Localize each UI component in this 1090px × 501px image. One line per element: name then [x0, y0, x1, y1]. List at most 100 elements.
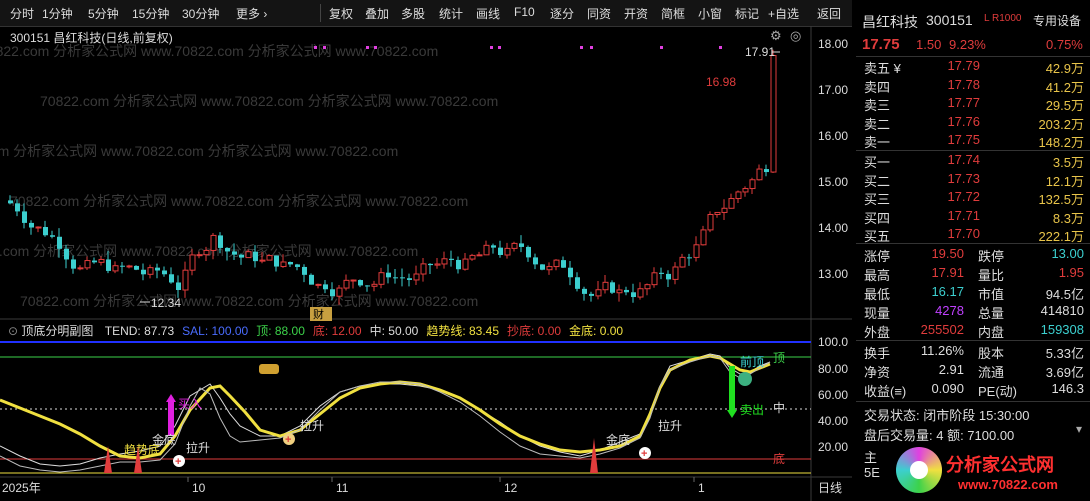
candle-body [644, 284, 651, 290]
plus-glyph: + [175, 456, 181, 468]
candle-body [365, 285, 370, 287]
ask-book: 卖五 ¥ 17.79 42.9万 卖四 17.78 41.2万 卖三 17.77 29.5万 卖二… [856, 58, 1090, 164]
stat-value: 17.91 [931, 265, 964, 280]
candle-body [358, 280, 363, 286]
candle-body [602, 281, 609, 291]
quote-panel: 昌红科技 300151 L R1000 专用设备 17.75 1.50 9.23… [856, 0, 1090, 501]
candle-body [280, 261, 287, 268]
same-fund-button[interactable]: 同资 [587, 5, 611, 22]
candle-body [456, 259, 461, 270]
back-button[interactable]: 返回 [817, 5, 841, 22]
low-label: 12.34 [151, 296, 181, 310]
candle-body [434, 263, 441, 266]
period-intraday[interactable]: 分时 [10, 5, 34, 22]
stat-label: 换手 [864, 346, 891, 361]
plus-glyph: + [641, 448, 647, 460]
trade-status: 交易状态: 闭市阶段 15:30:00 [864, 408, 1030, 423]
candle-body [162, 270, 167, 275]
buy-bar [168, 400, 174, 436]
book-label: 卖一 [864, 135, 891, 151]
candle-body [112, 265, 119, 272]
period-15min[interactable]: 15分钟 [132, 5, 169, 22]
indicator-value: TEND: 87.73 [104, 324, 175, 338]
book-label: 卖二 [864, 116, 891, 132]
candle-body [561, 260, 566, 268]
stat-label: 最低 [864, 287, 891, 302]
candle-body [141, 269, 146, 275]
book-label: 卖三 [864, 98, 891, 114]
candle-body [253, 251, 258, 262]
period-more[interactable]: 更多 › [236, 5, 267, 22]
candle-body [386, 272, 391, 278]
stat-value: 3.69亿 [1045, 365, 1084, 380]
sell-label: 卖出 [740, 403, 764, 417]
stat-value: 414810 [1040, 303, 1084, 318]
period-30min[interactable]: 30分钟 [182, 5, 219, 22]
book-volume: 29.5万 [1045, 98, 1084, 114]
indicator-value: SAL: 100.00 [182, 324, 249, 338]
add-watchlist-button[interactable]: +自选 [768, 5, 799, 22]
candle-body [120, 265, 125, 267]
sub-chart-name[interactable]: 顶底分明副图 [21, 324, 93, 338]
sub-tick: 40.00 [818, 414, 848, 428]
f10-button[interactable]: F10 [514, 5, 535, 19]
candle-body [483, 244, 490, 256]
draw-line-button[interactable]: 画线 [476, 5, 500, 22]
indicator-value: 中: 50.00 [369, 324, 419, 338]
candle-body [413, 273, 420, 281]
candle-body [637, 288, 644, 298]
restore-rights-button[interactable]: 复权 [329, 5, 353, 22]
candle-body [504, 247, 511, 256]
bid-row[interactable]: 买五 17.70 222.1万 [856, 226, 1090, 247]
stat-label: 涨停 [864, 249, 891, 264]
book-volume: 41.2万 [1045, 79, 1084, 95]
period-5min[interactable]: 5分钟 [88, 5, 119, 22]
logo-url: www.70822.com [958, 477, 1058, 492]
book-label: 卖四 [864, 79, 891, 95]
candle-body [672, 266, 679, 280]
stat-value: 13.00 [1051, 246, 1084, 261]
candle-body [498, 247, 503, 255]
small-window-button[interactable]: 小窗 [698, 5, 722, 22]
candle-body [462, 258, 469, 270]
overlay-button[interactable]: 叠加 [365, 5, 389, 22]
multi-stock-button[interactable]: 多股 [401, 5, 425, 22]
book-volume: 203.2万 [1038, 116, 1084, 132]
simple-frame-button[interactable]: 简框 [661, 5, 685, 22]
after-hours: 盘后交易量: 4 额: 7100.00 [864, 428, 1015, 443]
candle-body [533, 257, 538, 265]
plus-glyph: + [285, 434, 291, 446]
candle-body [631, 292, 636, 298]
candle-body [343, 279, 350, 289]
candle-body [728, 198, 735, 209]
statistics-button[interactable]: 统计 [439, 5, 463, 22]
candle-body [259, 259, 266, 262]
tick-detail-button[interactable]: 逐分 [550, 5, 574, 22]
candle-body [295, 264, 300, 267]
price-change-pct: 9.23% [949, 37, 986, 52]
indicator-list: TEND: 87.73 SAL: 100.00 顶: 88.00 底: 12.00 中:… [97, 324, 623, 338]
open-fund-button[interactable]: 开资 [624, 5, 648, 22]
stat-value: 11.26% [920, 343, 964, 358]
candle-body [126, 265, 133, 268]
candle-body [378, 272, 385, 285]
lift-label-1: 拉升 [186, 440, 210, 455]
mark-button[interactable]: 标记 [735, 5, 759, 22]
book-price: 17.79 [947, 58, 980, 73]
book-label: 买二 [864, 173, 891, 189]
stat-value: 255502 [920, 322, 964, 337]
price-tick: 17.00 [818, 83, 848, 97]
sell-arrow-icon [727, 410, 737, 418]
candle-body [441, 258, 448, 265]
sub-chart-settings-icon[interactable]: ⊙ [8, 324, 18, 338]
top-confirm-label: 前顶 [740, 354, 764, 369]
finance-badge-text: 财 [313, 307, 324, 321]
candle-body [29, 222, 34, 228]
stat-label: 市值 [978, 287, 1005, 302]
industry-label[interactable]: 专用设备 [1033, 12, 1081, 29]
scroll-down-icon[interactable]: ▾ [1076, 422, 1082, 436]
sub-tick: 80.00 [818, 362, 848, 376]
candle-body [182, 269, 189, 291]
period-1min[interactable]: 1分钟 [42, 5, 73, 22]
x-tick: 1 [698, 481, 705, 495]
